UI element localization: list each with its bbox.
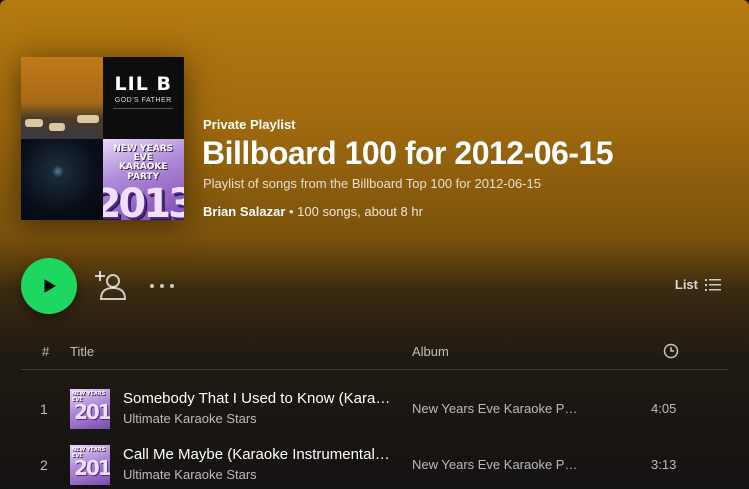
track-number: 1 xyxy=(40,401,48,417)
cover-tile-night-photo xyxy=(21,138,103,220)
playlist-type-label: Private Playlist xyxy=(203,117,296,132)
view-mode-label: List xyxy=(674,277,698,292)
track-title[interactable]: Call Me Maybe (Karaoke Instrumental Vers… xyxy=(123,446,393,463)
track-album-art: NEW YEARS EVE 2013 xyxy=(70,445,110,485)
column-title[interactable]: Title xyxy=(70,344,94,359)
invite-collaborator-button[interactable] xyxy=(93,268,129,302)
cover-tile-lil-b: LIL B GOD'S FATHER xyxy=(102,57,184,139)
playlist-owner-link[interactable]: Brian Salazar xyxy=(203,204,285,219)
track-album[interactable]: New Years Eve Karaoke Party 2013 xyxy=(412,457,582,472)
tracklist-header: # Title Album xyxy=(21,338,728,370)
clock-icon xyxy=(663,343,679,359)
track-album[interactable]: New Years Eve Karaoke Party 2013 xyxy=(412,401,582,416)
cover-tile-line2: KARAOKE PARTY xyxy=(118,162,168,182)
playlist-meta: Brian Salazar • 100 songs, about 8 hr xyxy=(203,204,423,219)
playlist-title[interactable]: Billboard 100 for 2012-06-15 xyxy=(202,135,614,172)
playlist-cover-art[interactable]: LIL B GOD'S FATHER NEW YEARS EVE KARAOKE… xyxy=(21,57,184,220)
track-album-art: NEW YEARS EVE 2013 xyxy=(70,389,110,429)
track-artist[interactable]: Ultimate Karaoke Stars xyxy=(123,411,393,426)
view-mode-button[interactable]: List xyxy=(675,277,721,292)
track-duration: 4:05 xyxy=(651,401,677,416)
track-number: 2 xyxy=(40,457,48,473)
track-duration: 3:13 xyxy=(651,457,677,472)
cover-tile-subtitle: GOD'S FATHER xyxy=(114,97,172,104)
play-button[interactable] xyxy=(21,258,77,314)
cover-tile-year: 2013 xyxy=(102,181,185,220)
track-title[interactable]: Somebody That I Used to Know (Karaoke In… xyxy=(123,390,393,407)
add-user-icon xyxy=(95,271,127,300)
cover-tile-karaoke: NEW YEARS EVE KARAOKE PARTY 2013 xyxy=(102,138,185,220)
list-icon xyxy=(705,278,721,291)
cover-tile-photo-street xyxy=(21,57,103,139)
cover-tile-title: LIL B xyxy=(114,73,172,95)
cover-tile-line1: NEW YEARS EVE xyxy=(113,143,174,163)
track-artist[interactable]: Ultimate Karaoke Stars xyxy=(123,467,393,482)
column-number: # xyxy=(42,344,50,359)
track-row[interactable]: 1 NEW YEARS EVE 2013 Somebody That I Use… xyxy=(21,383,728,435)
column-album[interactable]: Album xyxy=(412,344,449,359)
playlist-page: LIL B GOD'S FATHER NEW YEARS EVE KARAOKE… xyxy=(0,0,749,489)
play-icon xyxy=(44,279,56,293)
playlist-description: Playlist of songs from the Billboard Top… xyxy=(203,176,541,191)
more-options-button[interactable] xyxy=(147,274,177,298)
column-duration[interactable] xyxy=(663,343,679,362)
track-row[interactable]: 2 NEW YEARS EVE 2013 Call Me Maybe (Kara… xyxy=(21,439,728,489)
playlist-stats: • 100 songs, about 8 hr xyxy=(289,204,423,219)
more-icon xyxy=(150,284,174,288)
